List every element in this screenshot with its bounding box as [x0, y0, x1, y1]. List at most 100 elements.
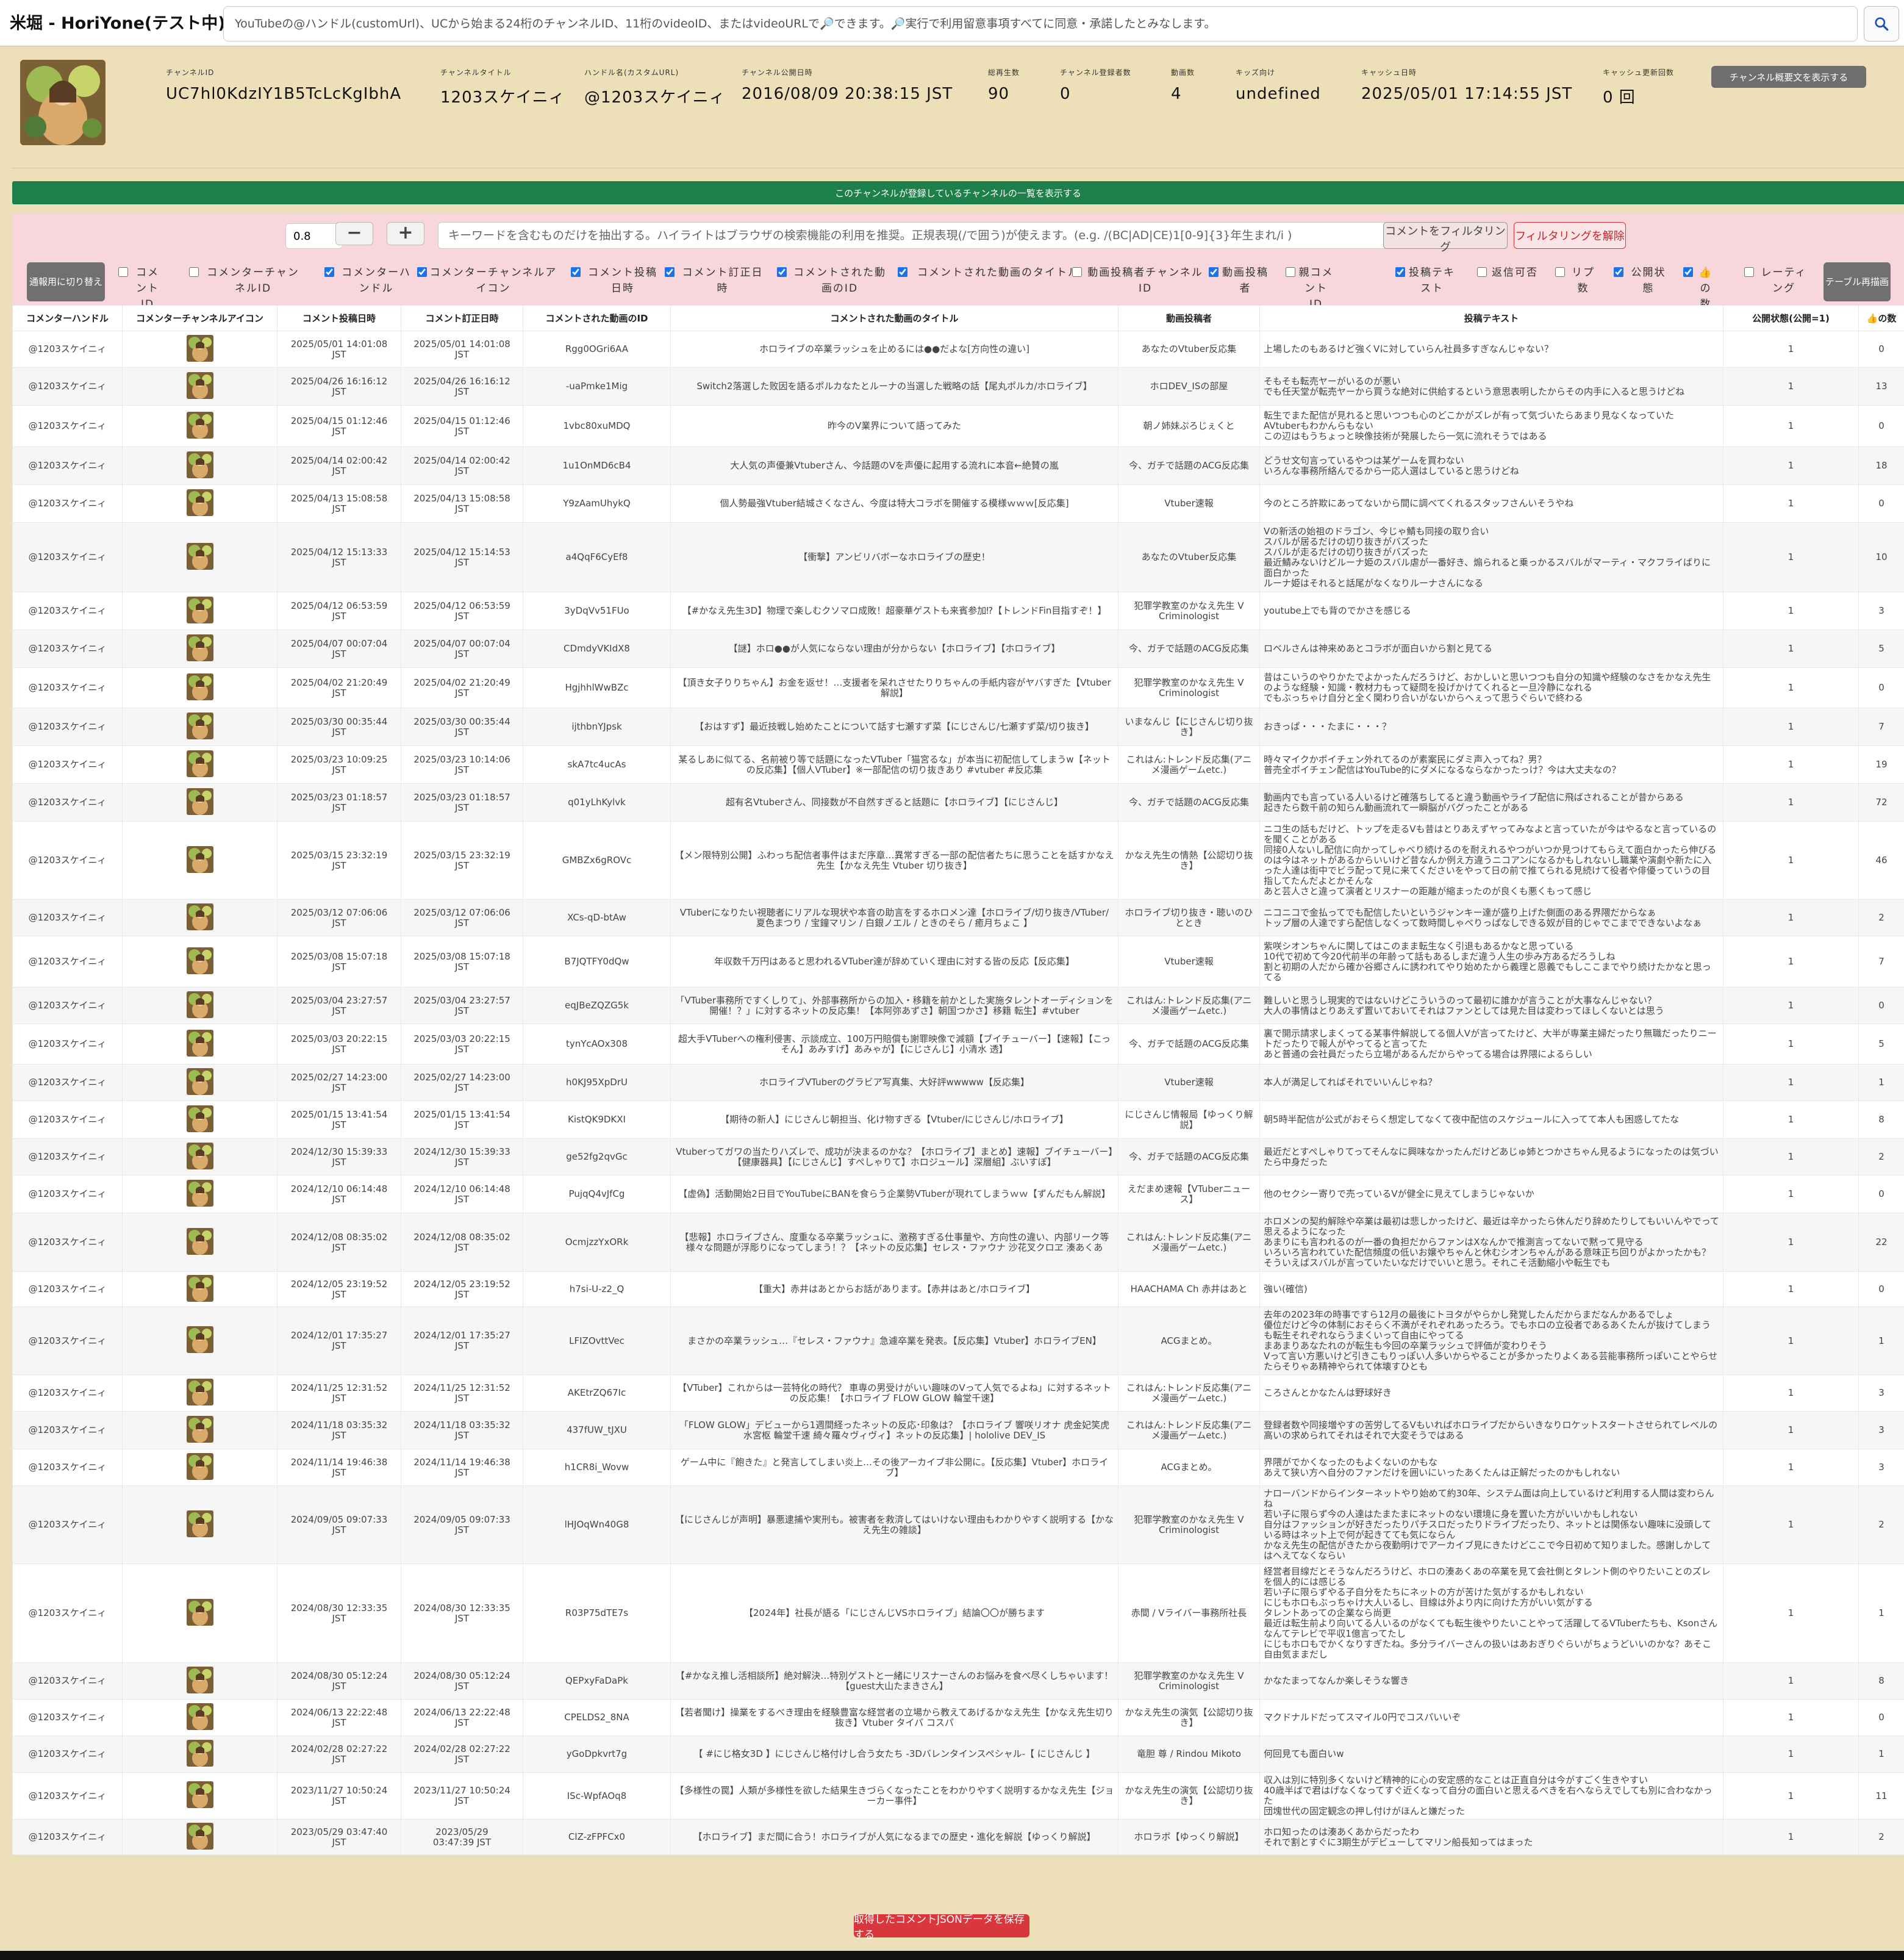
- column-header[interactable]: 👍の数: [1858, 305, 1904, 331]
- column-toggle[interactable]: 投稿テキスト: [1395, 265, 1456, 296]
- show-channel-summary-button[interactable]: チャンネル概要文を表示する: [1711, 66, 1866, 88]
- column-toggle[interactable]: 公開状態: [1614, 265, 1671, 296]
- table-row: @1203スケイニィ 2024/11/14 19:46:38 JST 2024/11…: [12, 1449, 1904, 1486]
- column-toggle[interactable]: レーティング: [1744, 265, 1811, 296]
- commenter-avatar-icon[interactable]: [186, 1179, 213, 1209]
- filter-comments-button[interactable]: コメントをフィルタリング: [1383, 222, 1508, 254]
- column-header[interactable]: コメントされた動画のタイトル: [670, 305, 1118, 331]
- column-toggle-checkbox[interactable]: [1209, 267, 1219, 277]
- column-toggle-checkbox[interactable]: [898, 267, 907, 277]
- column-header[interactable]: コメントされた動画のID: [523, 305, 671, 331]
- column-toggle-checkbox[interactable]: [1286, 267, 1295, 277]
- commenter-avatar-icon[interactable]: [186, 1739, 213, 1769]
- column-toggle[interactable]: コメントされた動画のタイトル: [898, 265, 1087, 281]
- column-toggle-checkbox[interactable]: [1477, 267, 1487, 277]
- column-toggle[interactable]: リプ数: [1555, 265, 1599, 296]
- commenter-avatar-icon[interactable]: [186, 1378, 213, 1408]
- column-header[interactable]: 公開状態(公開=1): [1723, 305, 1859, 331]
- commenter-avatar-icon[interactable]: [186, 845, 213, 875]
- commenter-avatar-icon[interactable]: [186, 991, 213, 1021]
- column-toggle-checkbox[interactable]: [324, 267, 334, 277]
- commenter-avatar-icon[interactable]: [186, 1142, 213, 1172]
- commenter-avatar-icon[interactable]: [186, 903, 213, 933]
- commenter-avatar-icon[interactable]: [186, 1274, 213, 1304]
- uploader-cell: にじさんじ情報局【ゆっくり解説】: [1118, 1100, 1260, 1139]
- commenter-avatar-icon[interactable]: [186, 673, 213, 703]
- column-toggle-checkbox[interactable]: [118, 267, 128, 277]
- commenter-avatar-icon[interactable]: [186, 1666, 213, 1696]
- column-header[interactable]: コメンターハンドル: [12, 305, 123, 331]
- video-title-cell: 【メン限特別公開】ふわっち配信者事件はまだ序章…異常すぎる一部の配信者たちに思う…: [670, 821, 1118, 900]
- column-toggle[interactable]: コメンターチャンネルID: [189, 265, 305, 296]
- commenter-handle-cell: @1203スケイニィ: [12, 1772, 123, 1820]
- commenter-avatar-icon[interactable]: [186, 451, 213, 481]
- video-title-cell: 【頂き女子りりちゃん】お金を返せ！…支援者を呆れさせたりりちゃんの手紙内容がヤバ…: [670, 667, 1118, 708]
- column-toggle[interactable]: コメンターチャンネルアイコン: [417, 265, 557, 296]
- increase-button[interactable]: +: [387, 222, 424, 245]
- clear-filter-button[interactable]: フィルタリングを解除: [1514, 222, 1626, 249]
- commenter-avatar-icon[interactable]: [186, 1029, 213, 1059]
- commenter-avatar-icon[interactable]: [186, 947, 213, 977]
- commenter-avatar-icon[interactable]: [186, 1068, 213, 1097]
- search-input[interactable]: [223, 6, 1858, 41]
- column-toggle-checkbox[interactable]: [189, 267, 199, 277]
- commenter-avatar-icon[interactable]: [186, 1105, 213, 1135]
- column-toggle-checkbox[interactable]: [665, 267, 675, 277]
- column-toggle[interactable]: コメンターハンドル: [324, 265, 416, 296]
- search-button[interactable]: [1864, 6, 1899, 41]
- column-header[interactable]: コメンターチャンネルアイコン: [122, 305, 277, 331]
- column-toggle-checkbox[interactable]: [777, 267, 787, 277]
- column-toggle-checkbox[interactable]: [1555, 267, 1565, 277]
- uploader-cell: あなたのVtuber反応集: [1118, 331, 1260, 368]
- commenter-avatar-icon[interactable]: [186, 411, 213, 441]
- column-toggle[interactable]: コメント訂正日時: [665, 265, 768, 296]
- keyword-filter-input[interactable]: [438, 222, 1387, 249]
- commenter-handle-cell: @1203スケイニィ: [12, 1307, 123, 1375]
- commenter-avatar-icon[interactable]: [186, 1822, 213, 1852]
- column-toggle[interactable]: コメントされた動画のID: [777, 265, 890, 296]
- column-toggle-checkbox[interactable]: [1395, 267, 1405, 277]
- commenter-avatar-icon[interactable]: [186, 1781, 213, 1811]
- commenter-avatar-icon[interactable]: [186, 1598, 213, 1628]
- column-toggle-checkbox[interactable]: [571, 267, 581, 277]
- commenter-avatar-icon[interactable]: [186, 1326, 213, 1355]
- public-status-cell: 1: [1723, 1307, 1859, 1375]
- column-header[interactable]: コメント訂正日時: [401, 305, 523, 331]
- column-header[interactable]: 動画投稿者: [1118, 305, 1260, 331]
- report-mode-toggle-button[interactable]: 通報用に切り替え: [27, 262, 105, 301]
- commenter-avatar-icon[interactable]: [186, 750, 213, 780]
- commenter-avatar-icon[interactable]: [186, 1415, 213, 1445]
- commenter-avatar-icon[interactable]: [186, 542, 213, 572]
- subscriptions-bar[interactable]: このチャンネルが登録しているチャンネルの一覧を表示する: [12, 181, 1904, 204]
- threshold-input[interactable]: [285, 223, 343, 249]
- column-header[interactable]: 投稿テキスト: [1259, 305, 1723, 331]
- column-toggle[interactable]: コメント投稿日時: [571, 265, 662, 296]
- column-toggle-checkbox[interactable]: [1072, 267, 1082, 277]
- commenter-avatar-icon[interactable]: [186, 1510, 213, 1540]
- save-json-button[interactable]: 取得したコメントJSONデータを保存する: [854, 1914, 1029, 1941]
- comment-text-cell: 動画内でも言っている人いるけど確落ちしてると違う動画やライブ配信に飛ばされること…: [1259, 783, 1723, 822]
- commenter-avatar-icon[interactable]: [186, 1703, 213, 1732]
- commenter-avatar-icon[interactable]: [186, 634, 213, 664]
- commenter-avatar-icon[interactable]: [186, 1452, 213, 1482]
- commenter-avatar-icon[interactable]: [186, 334, 213, 364]
- column-toggle-checkbox[interactable]: [1744, 267, 1754, 277]
- column-toggle[interactable]: 動画投稿者: [1209, 265, 1270, 296]
- column-toggle[interactable]: 返信可否: [1477, 265, 1541, 281]
- video-title-cell: 【重大】赤井はあとからお話があります。【赤井はあと/ホロライブ】: [670, 1271, 1118, 1307]
- column-toggle-checkbox[interactable]: [417, 267, 427, 277]
- redraw-table-button[interactable]: テーブル再描画: [1823, 262, 1891, 301]
- commenter-handle-cell: @1203スケイニィ: [12, 821, 123, 900]
- commenter-avatar-icon[interactable]: [186, 712, 213, 742]
- column-toggle-checkbox[interactable]: [1614, 267, 1623, 277]
- commenter-avatar-icon[interactable]: [186, 1227, 213, 1257]
- column-toggle-checkbox[interactable]: [1683, 267, 1693, 277]
- commenter-avatar-icon[interactable]: [186, 596, 213, 626]
- commenter-avatar-icon[interactable]: [186, 372, 213, 401]
- column-header[interactable]: コメント投稿日時: [277, 305, 401, 331]
- commenter-icon-cell: [122, 1819, 277, 1855]
- decrease-button[interactable]: −: [335, 222, 373, 245]
- commenter-avatar-icon[interactable]: [186, 489, 213, 519]
- column-toggle[interactable]: 動画投稿者チャンネルID: [1072, 265, 1206, 296]
- commenter-avatar-icon[interactable]: [186, 788, 213, 817]
